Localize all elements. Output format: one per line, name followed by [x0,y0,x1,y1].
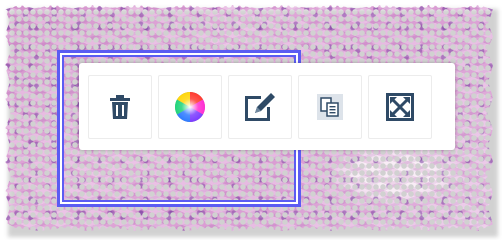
copy-button[interactable] [298,74,362,139]
color-picker-button[interactable] [158,74,222,139]
trash-icon [108,94,132,120]
delete-button[interactable] [88,74,152,139]
edit-pen-icon [243,91,277,123]
edit-button[interactable] [228,74,292,139]
expand-arrows-icon [386,92,414,121]
annotation-toolbar [79,63,455,150]
copy-icon [317,93,343,120]
fullscreen-button[interactable] [368,74,432,139]
color-wheel-icon [174,91,206,123]
